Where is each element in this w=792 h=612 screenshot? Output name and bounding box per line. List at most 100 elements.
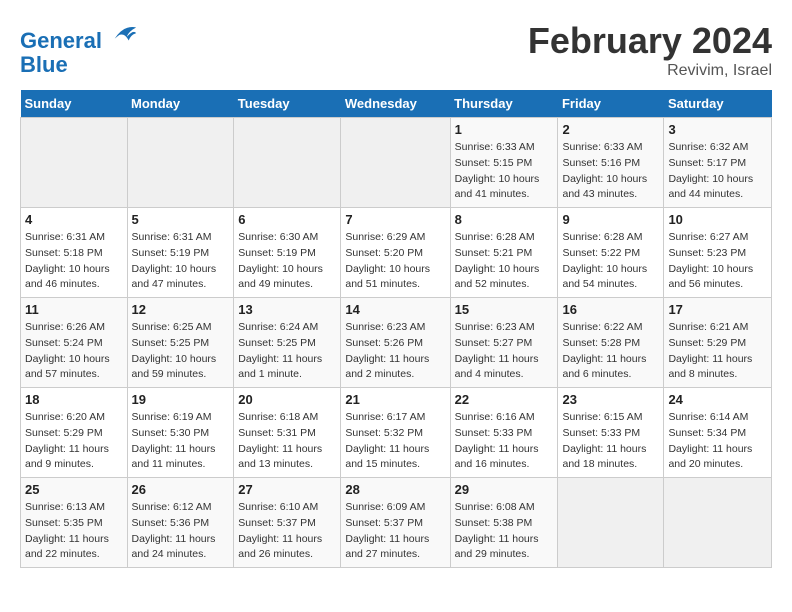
calendar-cell: 22 Sunrise: 6:16 AMSunset: 5:33 PMDayligh… <box>450 388 558 478</box>
day-info: Sunrise: 6:28 AMSunset: 5:21 PMDaylight:… <box>455 230 554 293</box>
day-number: 23 <box>562 392 659 407</box>
day-info: Sunrise: 6:27 AMSunset: 5:23 PMDaylight:… <box>668 230 767 293</box>
calendar-cell: 2 Sunrise: 6:33 AMSunset: 5:16 PMDaylight… <box>558 118 664 208</box>
calendar-cell: 23 Sunrise: 6:15 AMSunset: 5:33 PMDayligh… <box>558 388 664 478</box>
day-info: Sunrise: 6:12 AMSunset: 5:36 PMDaylight:… <box>132 500 230 563</box>
day-number: 19 <box>132 392 230 407</box>
day-number: 25 <box>25 482 123 497</box>
day-header-thursday: Thursday <box>450 90 558 118</box>
day-number: 13 <box>238 302 336 317</box>
day-header-friday: Friday <box>558 90 664 118</box>
day-header-saturday: Saturday <box>664 90 772 118</box>
calendar-cell: 14Sunrise: 6:23 AMSunset: 5:26 PMDayligh… <box>341 298 450 388</box>
calendar-cell: 10 Sunrise: 6:27 AMSunset: 5:23 PMDayligh… <box>664 208 772 298</box>
calendar-cell: 7 Sunrise: 6:29 AMSunset: 5:20 PMDaylight… <box>341 208 450 298</box>
week-row-4: 18 Sunrise: 6:20 AMSunset: 5:29 PMDayligh… <box>21 388 772 478</box>
day-number: 20 <box>238 392 336 407</box>
calendar-subtitle: Revivim, Israel <box>528 62 772 80</box>
day-number: 10 <box>668 212 767 227</box>
calendar-cell: 24Sunrise: 6:14 AMSunset: 5:34 PMDayligh… <box>664 388 772 478</box>
calendar-cell: 28 Sunrise: 6:09 AMSunset: 5:37 PMDayligh… <box>341 478 450 568</box>
day-number: 11 <box>25 302 123 317</box>
day-number: 5 <box>132 212 230 227</box>
logo-bird-icon <box>110 20 138 48</box>
day-info: Sunrise: 6:18 AMSunset: 5:31 PMDaylight:… <box>238 410 336 473</box>
day-number: 9 <box>562 212 659 227</box>
day-info: Sunrise: 6:29 AMSunset: 5:20 PMDaylight:… <box>345 230 445 293</box>
day-number: 26 <box>132 482 230 497</box>
calendar-cell <box>234 118 341 208</box>
calendar-cell: 25 Sunrise: 6:13 AMSunset: 5:35 PMDayligh… <box>21 478 128 568</box>
calendar-cell: 26 Sunrise: 6:12 AMSunset: 5:36 PMDayligh… <box>127 478 234 568</box>
day-number: 6 <box>238 212 336 227</box>
calendar-cell <box>127 118 234 208</box>
calendar-table: SundayMondayTuesdayWednesdayThursdayFrid… <box>20 90 772 568</box>
week-row-1: 1 Sunrise: 6:33 AMSunset: 5:15 PMDaylight… <box>21 118 772 208</box>
calendar-cell: 9Sunrise: 6:28 AMSunset: 5:22 PMDaylight… <box>558 208 664 298</box>
day-number: 1 <box>455 122 554 137</box>
day-number: 4 <box>25 212 123 227</box>
day-info: Sunrise: 6:30 AMSunset: 5:19 PMDaylight:… <box>238 230 336 293</box>
day-info: Sunrise: 6:16 AMSunset: 5:33 PMDaylight:… <box>455 410 554 473</box>
calendar-cell: 4 Sunrise: 6:31 AMSunset: 5:18 PMDaylight… <box>21 208 128 298</box>
day-info: Sunrise: 6:20 AMSunset: 5:29 PMDaylight:… <box>25 410 123 473</box>
day-number: 15 <box>455 302 554 317</box>
day-number: 22 <box>455 392 554 407</box>
header: General Blue February 2024 Revivim, Isra… <box>20 20 772 80</box>
calendar-cell: 20 Sunrise: 6:18 AMSunset: 5:31 PMDayligh… <box>234 388 341 478</box>
calendar-cell: 8Sunrise: 6:28 AMSunset: 5:21 PMDaylight… <box>450 208 558 298</box>
calendar-cell: 21Sunrise: 6:17 AMSunset: 5:32 PMDayligh… <box>341 388 450 478</box>
day-info: Sunrise: 6:09 AMSunset: 5:37 PMDaylight:… <box>345 500 445 563</box>
calendar-title: February 2024 <box>528 20 772 62</box>
calendar-cell: 5 Sunrise: 6:31 AMSunset: 5:19 PMDaylight… <box>127 208 234 298</box>
logo-text: General <box>20 20 138 53</box>
day-info: Sunrise: 6:33 AMSunset: 5:16 PMDaylight:… <box>562 140 659 203</box>
day-number: 16 <box>562 302 659 317</box>
day-header-monday: Monday <box>127 90 234 118</box>
week-row-2: 4 Sunrise: 6:31 AMSunset: 5:18 PMDaylight… <box>21 208 772 298</box>
logo-line2: Blue <box>20 53 138 77</box>
day-info: Sunrise: 6:33 AMSunset: 5:15 PMDaylight:… <box>455 140 554 203</box>
day-number: 7 <box>345 212 445 227</box>
day-number: 21 <box>345 392 445 407</box>
day-info: Sunrise: 6:15 AMSunset: 5:33 PMDaylight:… <box>562 410 659 473</box>
calendar-cell: 17 Sunrise: 6:21 AMSunset: 5:29 PMDayligh… <box>664 298 772 388</box>
day-number: 17 <box>668 302 767 317</box>
calendar-cell: 11Sunrise: 6:26 AMSunset: 5:24 PMDayligh… <box>21 298 128 388</box>
calendar-cell <box>21 118 128 208</box>
day-info: Sunrise: 6:22 AMSunset: 5:28 PMDaylight:… <box>562 320 659 383</box>
calendar-cell: 16 Sunrise: 6:22 AMSunset: 5:28 PMDayligh… <box>558 298 664 388</box>
calendar-cell: 3 Sunrise: 6:32 AMSunset: 5:17 PMDaylight… <box>664 118 772 208</box>
calendar-cell: 29Sunrise: 6:08 AMSunset: 5:38 PMDayligh… <box>450 478 558 568</box>
logo: General Blue <box>20 20 138 77</box>
day-info: Sunrise: 6:13 AMSunset: 5:35 PMDaylight:… <box>25 500 123 563</box>
day-info: Sunrise: 6:24 AMSunset: 5:25 PMDaylight:… <box>238 320 336 383</box>
calendar-cell: 6 Sunrise: 6:30 AMSunset: 5:19 PMDaylight… <box>234 208 341 298</box>
day-info: Sunrise: 6:21 AMSunset: 5:29 PMDaylight:… <box>668 320 767 383</box>
day-number: 3 <box>668 122 767 137</box>
day-info: Sunrise: 6:31 AMSunset: 5:18 PMDaylight:… <box>25 230 123 293</box>
day-info: Sunrise: 6:23 AMSunset: 5:27 PMDaylight:… <box>455 320 554 383</box>
header-row: SundayMondayTuesdayWednesdayThursdayFrid… <box>21 90 772 118</box>
week-row-3: 11Sunrise: 6:26 AMSunset: 5:24 PMDayligh… <box>21 298 772 388</box>
day-number: 27 <box>238 482 336 497</box>
day-info: Sunrise: 6:10 AMSunset: 5:37 PMDaylight:… <box>238 500 336 563</box>
day-header-wednesday: Wednesday <box>341 90 450 118</box>
calendar-cell: 27 Sunrise: 6:10 AMSunset: 5:37 PMDayligh… <box>234 478 341 568</box>
day-number: 2 <box>562 122 659 137</box>
calendar-cell <box>664 478 772 568</box>
day-number: 29 <box>455 482 554 497</box>
day-number: 28 <box>345 482 445 497</box>
day-number: 24 <box>668 392 767 407</box>
day-info: Sunrise: 6:31 AMSunset: 5:19 PMDaylight:… <box>132 230 230 293</box>
day-info: Sunrise: 6:32 AMSunset: 5:17 PMDaylight:… <box>668 140 767 203</box>
calendar-cell: 12Sunrise: 6:25 AMSunset: 5:25 PMDayligh… <box>127 298 234 388</box>
calendar-cell: 19 Sunrise: 6:19 AMSunset: 5:30 PMDayligh… <box>127 388 234 478</box>
day-number: 18 <box>25 392 123 407</box>
day-number: 14 <box>345 302 445 317</box>
day-header-tuesday: Tuesday <box>234 90 341 118</box>
day-info: Sunrise: 6:19 AMSunset: 5:30 PMDaylight:… <box>132 410 230 473</box>
week-row-5: 25 Sunrise: 6:13 AMSunset: 5:35 PMDayligh… <box>21 478 772 568</box>
calendar-cell: 15 Sunrise: 6:23 AMSunset: 5:27 PMDayligh… <box>450 298 558 388</box>
day-info: Sunrise: 6:25 AMSunset: 5:25 PMDaylight:… <box>132 320 230 383</box>
